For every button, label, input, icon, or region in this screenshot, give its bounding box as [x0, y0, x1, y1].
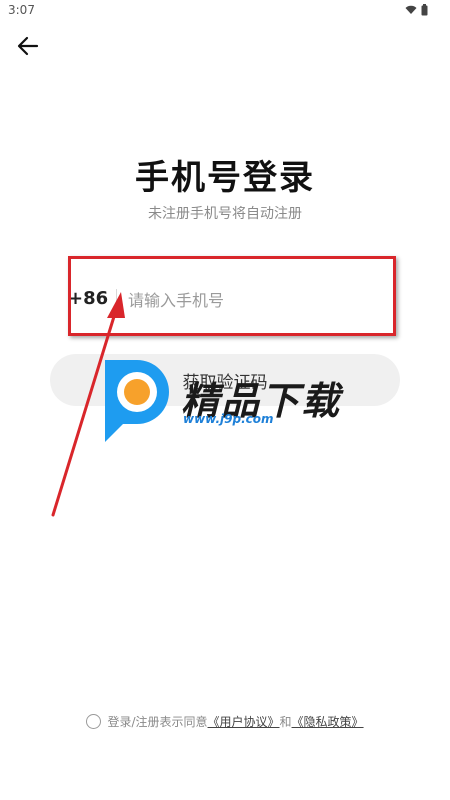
phone-input-row: +86: [66, 256, 398, 338]
phone-input[interactable]: [126, 284, 380, 316]
get-code-button[interactable]: 获取验证码: [50, 354, 400, 406]
status-bar: 3:07: [0, 0, 450, 22]
agreement-and: 和: [279, 715, 292, 729]
divider: [116, 289, 117, 309]
privacy-policy-link[interactable]: 《隐私政策》: [292, 713, 364, 730]
agreement-checkbox[interactable]: [86, 714, 102, 729]
page-subtitle: 未注册手机号将自动注册: [148, 206, 302, 222]
status-time: 3:07: [8, 3, 35, 17]
status-icons: [405, 4, 428, 16]
user-agreement-link[interactable]: 《用户协议》: [208, 713, 280, 730]
agreement-row: 登录/注册表示同意 《用户协议》 和 《隐私政策》: [0, 713, 450, 730]
arrow-left-icon: [17, 36, 39, 56]
wifi-icon: [405, 5, 417, 14]
country-code[interactable]: +86: [68, 288, 108, 309]
back-button[interactable]: [14, 32, 42, 60]
page-title: 手机号登录: [135, 158, 315, 198]
battery-icon: [421, 4, 428, 16]
watermark-url: www.j9p.com: [183, 412, 274, 426]
agreement-prefix: 登录/注册表示同意: [107, 715, 208, 729]
